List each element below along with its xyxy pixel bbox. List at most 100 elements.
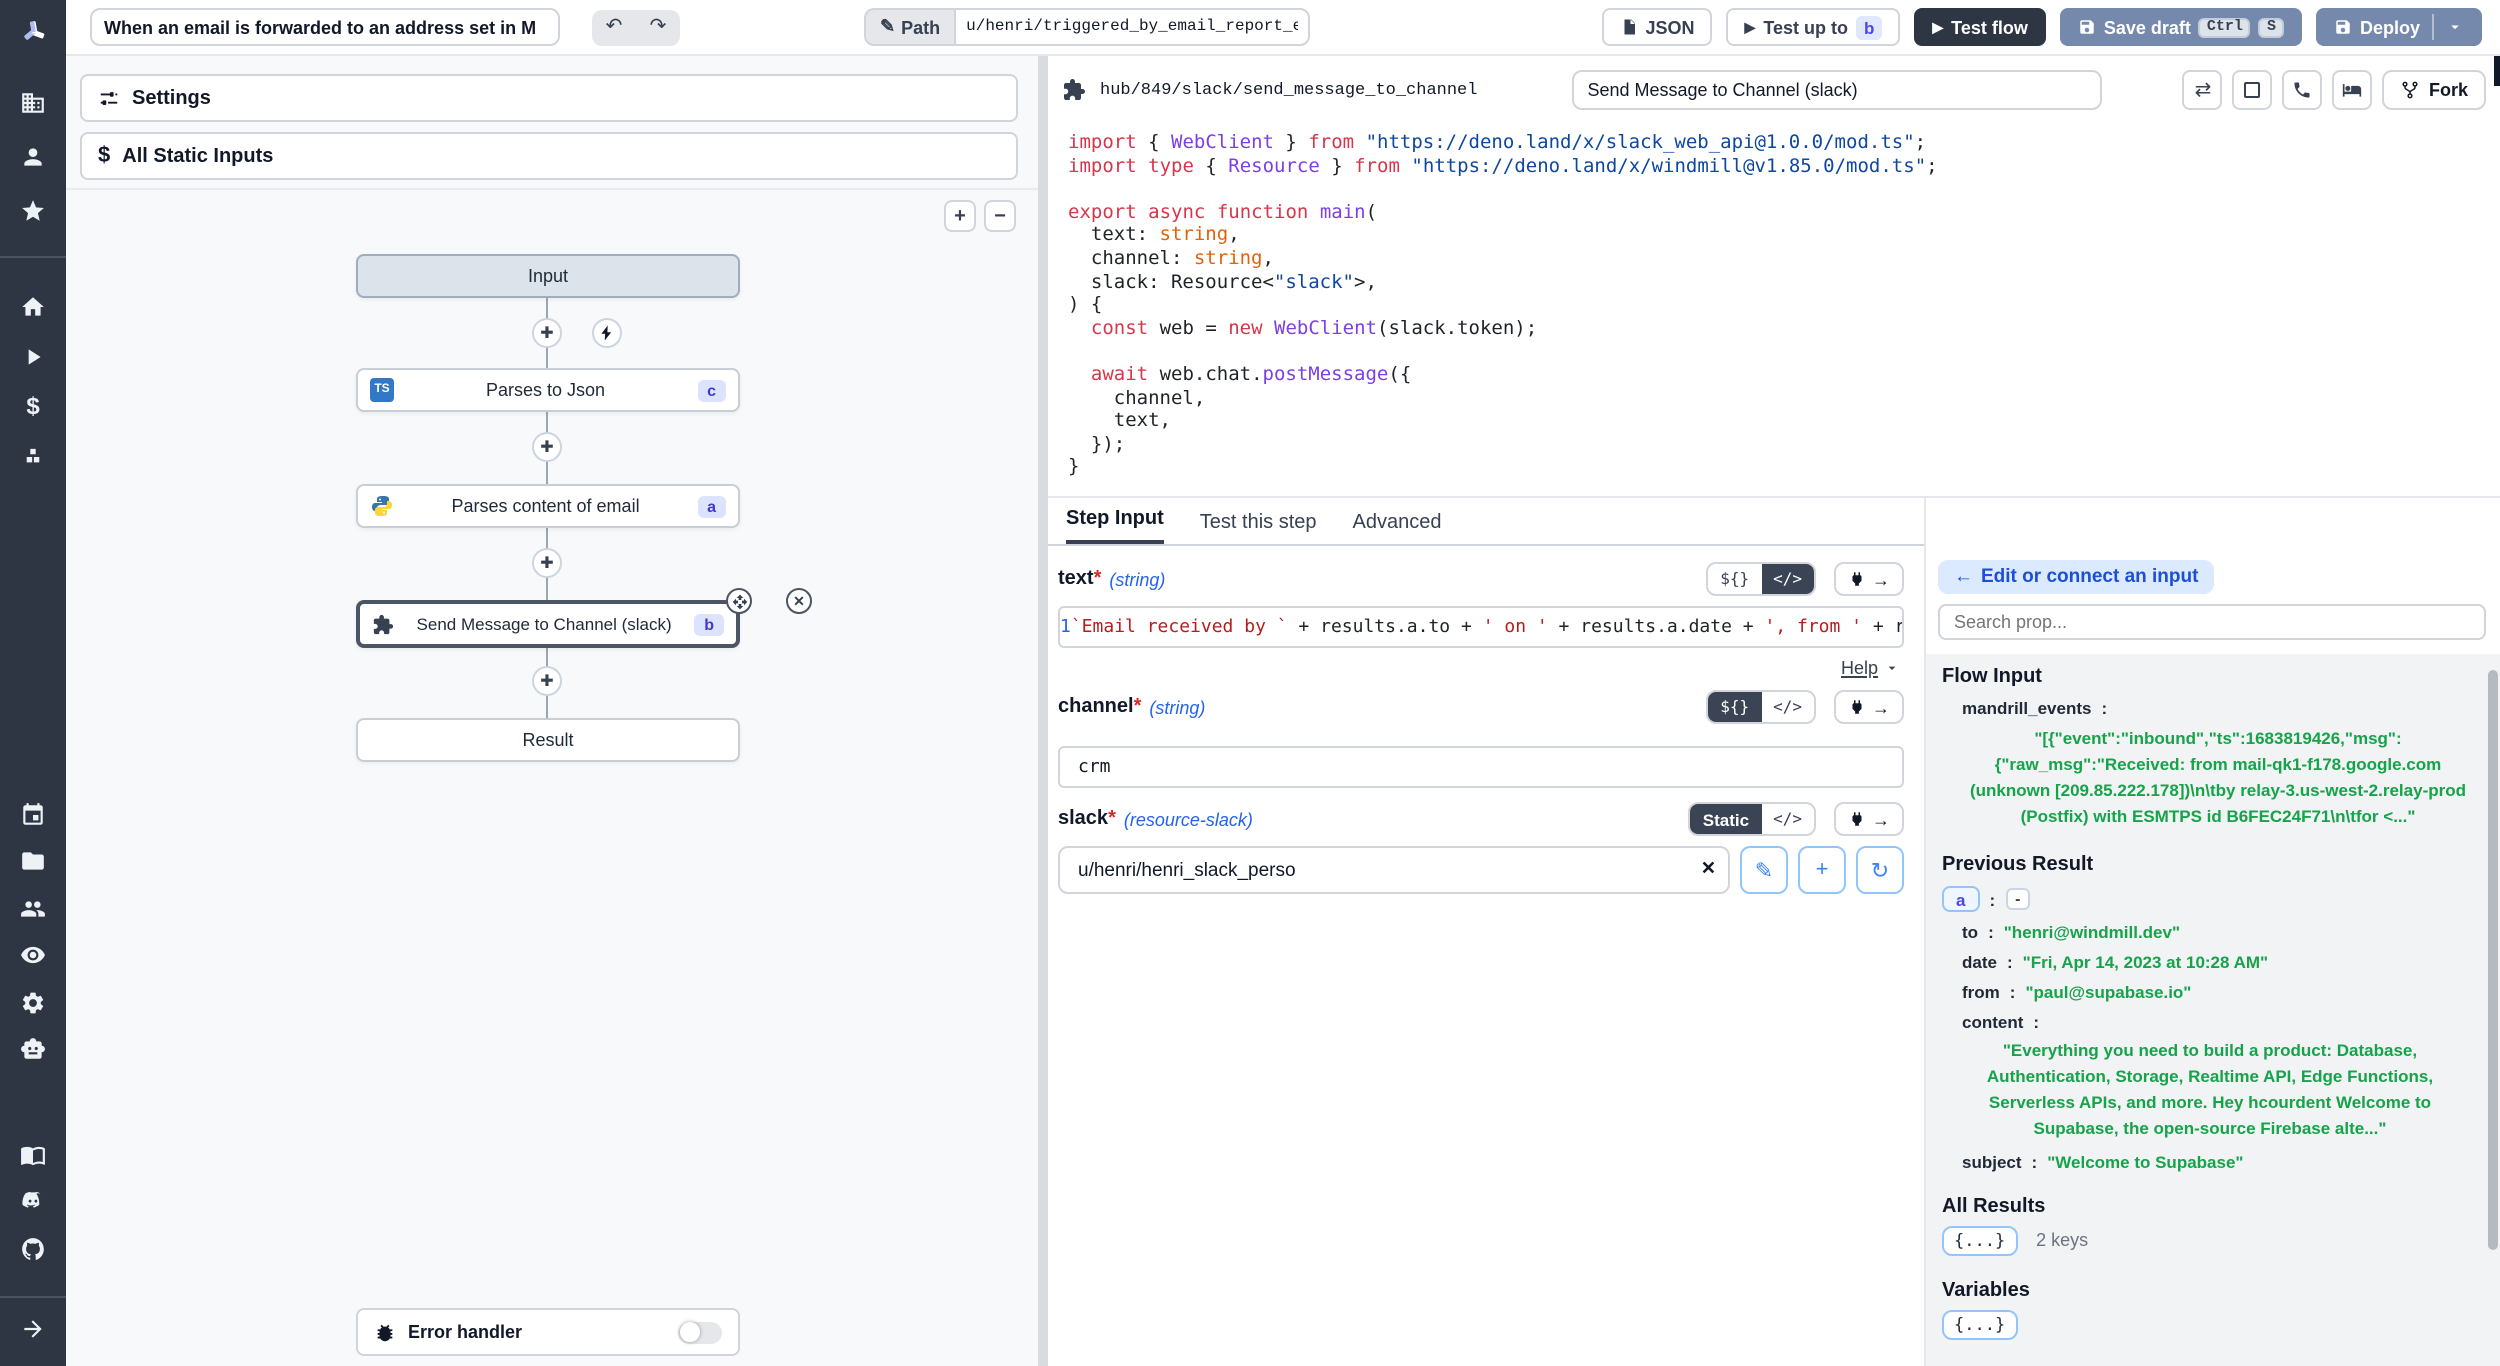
sidebar-item-expand[interactable] xyxy=(0,1314,66,1342)
sidebar-item-variables[interactable]: $ xyxy=(0,392,66,420)
fork-button[interactable]: Fork xyxy=(2383,70,2486,110)
sidebar-item-runs[interactable] xyxy=(0,342,66,370)
flow-node-send-message-to-channel[interactable]: Send Message to Channel (slack) b xyxy=(356,600,740,648)
sidebar-item-home[interactable] xyxy=(0,292,66,320)
flow-input-value[interactable]: "[{"event":"inbound","ts":1683819426,"ms… xyxy=(1942,726,2478,830)
flow-node-parses-to-json[interactable]: TS Parses to Json c xyxy=(356,368,740,412)
clear-resource-button[interactable]: ✕ xyxy=(1701,858,1716,880)
channel-input[interactable] xyxy=(1058,746,1904,788)
connect-input-button[interactable]: → xyxy=(1834,690,1904,724)
template-mode-option[interactable]: ${} xyxy=(1708,564,1761,594)
sync-button[interactable]: ⇄ xyxy=(2183,70,2223,110)
undo-button[interactable]: ↶ xyxy=(592,9,636,45)
code-mode-option[interactable]: </> xyxy=(1761,564,1814,594)
chevron-down-icon[interactable] xyxy=(2446,18,2464,36)
zoom-out-button[interactable]: − xyxy=(984,200,1016,232)
sidebar-item-workspace[interactable] xyxy=(0,88,66,116)
redo-button[interactable]: ↷ xyxy=(636,9,680,45)
sidebar-item-audit-logs[interactable] xyxy=(0,941,66,969)
kbd-ctrl: Ctrl xyxy=(2199,17,2251,37)
json-button[interactable]: JSON xyxy=(1602,8,1713,46)
groups-icon xyxy=(20,895,46,921)
bed-button[interactable] xyxy=(2333,70,2373,110)
panel-resize-handle[interactable] xyxy=(1038,56,1048,1366)
move-step-button[interactable] xyxy=(726,588,752,614)
sidebar-item-folders[interactable] xyxy=(0,847,66,875)
flow-node-result[interactable]: Result xyxy=(356,718,740,762)
result-value[interactable]: "henri@windmill.dev" xyxy=(2004,922,2180,942)
result-key[interactable]: date xyxy=(1962,952,1997,972)
text-expression-editor[interactable]: 1 `Email received by ` + results.a.to + … xyxy=(1058,606,1904,648)
deploy-button[interactable]: Deploy xyxy=(2316,8,2482,46)
search-prop-input[interactable] xyxy=(1938,604,2486,640)
result-key[interactable]: content xyxy=(1962,1012,2023,1032)
sidebar-item-github[interactable] xyxy=(0,1234,66,1262)
sidebar-item-discord[interactable] xyxy=(0,1187,66,1215)
sidebar-item-docs[interactable] xyxy=(0,1140,66,1168)
error-handler[interactable]: Error handler xyxy=(356,1308,740,1356)
add-step-button[interactable]: ✚ xyxy=(532,666,562,696)
test-flow-button[interactable]: ▶ Test flow xyxy=(1914,8,2045,46)
path-input[interactable] xyxy=(954,8,1310,46)
all-results-object-chip[interactable]: {...} xyxy=(1942,1226,2017,1256)
result-key[interactable]: subject xyxy=(1962,1152,2022,1172)
sidebar-item-schedules[interactable] xyxy=(0,800,66,828)
code-editor[interactable]: import { WebClient } from "https://deno.… xyxy=(1048,124,2500,484)
code-scrollbar[interactable] xyxy=(2494,56,2500,86)
step-name-input[interactable] xyxy=(1571,70,2101,110)
delete-step-button[interactable]: ✕ xyxy=(786,588,812,614)
save-draft-button[interactable]: Save draft Ctrl S xyxy=(2060,8,2302,46)
tab-step-input[interactable]: Step Input xyxy=(1066,508,1164,544)
fork-icon xyxy=(2401,80,2421,100)
flow-node-parses-content-of-email[interactable]: Parses content of email a xyxy=(356,484,740,528)
flow-input-key[interactable]: mandrill_events xyxy=(1962,698,2091,718)
path-chip[interactable]: ✎ Path xyxy=(864,8,954,46)
tab-advanced[interactable]: Advanced xyxy=(1353,512,1442,544)
sidebar-item-user[interactable] xyxy=(0,142,66,170)
flow-node-input[interactable]: Input xyxy=(356,254,740,298)
result-value[interactable]: "paul@supabase.io" xyxy=(2025,982,2191,1002)
slack-resource-input[interactable] xyxy=(1058,846,1730,894)
result-value[interactable]: "Welcome to Supabase" xyxy=(2047,1152,2243,1172)
sidebar-item-settings[interactable] xyxy=(0,988,66,1016)
help-link[interactable]: Help xyxy=(1841,658,1878,678)
result-value[interactable]: "Everything you need to build a product:… xyxy=(1942,1038,2478,1142)
all-static-inputs-button[interactable]: $ All Static Inputs xyxy=(80,132,1018,180)
maximize-button[interactable] xyxy=(2233,70,2273,110)
code-mode-option[interactable]: </> xyxy=(1761,692,1814,722)
result-key[interactable]: from xyxy=(1962,982,2000,1002)
variables-object-chip[interactable]: {...} xyxy=(1942,1310,2017,1340)
phone-button[interactable] xyxy=(2283,70,2323,110)
zoom-in-button[interactable]: + xyxy=(944,200,976,232)
sidebar-item-workers[interactable] xyxy=(0,1035,66,1063)
test-up-to-button[interactable]: ▶ Test up to b xyxy=(1727,8,1901,46)
connect-input-button[interactable]: → xyxy=(1834,802,1904,836)
add-step-button[interactable]: ✚ xyxy=(532,318,562,348)
template-mode-option[interactable]: ${} xyxy=(1708,692,1761,722)
tab-test-this-step[interactable]: Test this step xyxy=(1200,512,1317,544)
edit-or-connect-button[interactable]: ← Edit or connect an input xyxy=(1938,560,2214,594)
result-value[interactable]: "Fri, Apr 14, 2023 at 10:28 AM" xyxy=(2023,952,2268,972)
code-mode-option[interactable]: </> xyxy=(1761,804,1814,834)
edit-resource-button[interactable]: ✎ xyxy=(1740,846,1788,894)
settings-button[interactable]: Settings xyxy=(80,74,1018,122)
inspector-scrollbar[interactable] xyxy=(2488,670,2498,1250)
trigger-button[interactable] xyxy=(592,318,622,348)
refresh-resource-button[interactable]: ↻ xyxy=(1856,846,1904,894)
sidebar-item-resources[interactable] xyxy=(0,442,66,470)
editor-header: hub/849/slack/send_message_to_channel ⇄ … xyxy=(1048,56,2500,124)
flow-title-input[interactable] xyxy=(90,8,560,46)
add-step-button[interactable]: ✚ xyxy=(532,548,562,578)
sidebar-item-favorites[interactable] xyxy=(0,196,66,224)
collapse-button[interactable]: - xyxy=(2005,888,2030,910)
sidebar-item-groups[interactable] xyxy=(0,894,66,922)
windmill-logo[interactable] xyxy=(0,16,66,48)
result-row: date:"Fri, Apr 14, 2023 at 10:28 AM" xyxy=(1942,952,2478,972)
add-step-button[interactable]: ✚ xyxy=(532,432,562,462)
connect-input-button[interactable]: → xyxy=(1834,562,1904,596)
static-mode-option[interactable]: Static xyxy=(1691,804,1761,834)
result-root-key-badge[interactable]: a xyxy=(1942,886,1979,912)
result-key[interactable]: to xyxy=(1962,922,1978,942)
error-handler-toggle[interactable] xyxy=(678,1321,722,1343)
add-resource-button[interactable]: + xyxy=(1798,846,1846,894)
